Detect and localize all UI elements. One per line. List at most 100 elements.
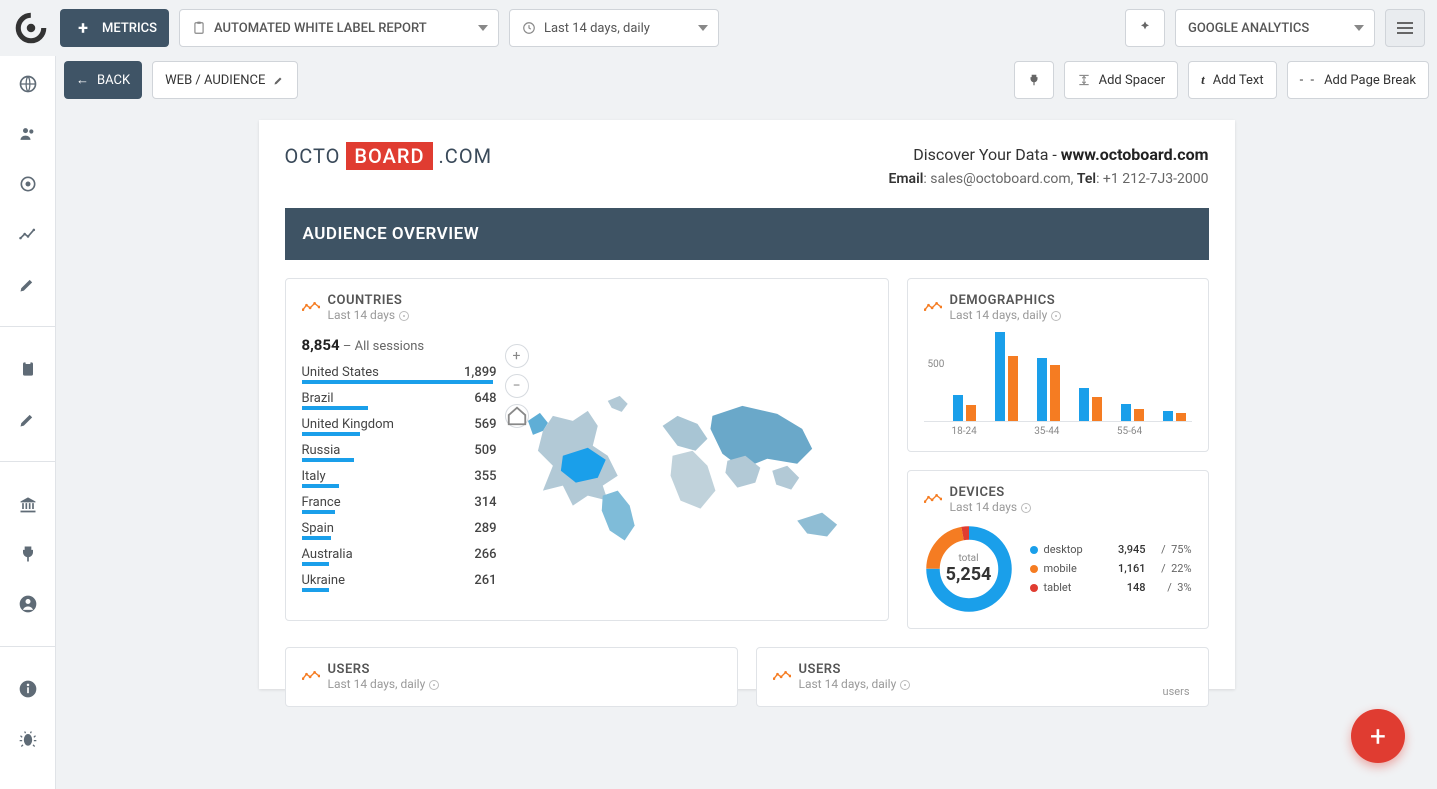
report-dropdown[interactable]: AUTOMATED WHITE LABEL REPORT	[179, 9, 499, 47]
country-name: Ukraine	[302, 573, 345, 588]
countries-total-value: 8,854	[302, 336, 340, 354]
legend-name: desktop	[1044, 543, 1100, 556]
sidebar-info[interactable]	[16, 677, 40, 701]
users2-float-label: users	[1163, 685, 1190, 698]
devices-widget[interactable]: DEVICES Last 14 days	[907, 470, 1209, 629]
add-spacer-button[interactable]: Add Spacer	[1064, 61, 1179, 99]
plug-tool-button[interactable]	[1014, 61, 1054, 99]
country-value: 509	[474, 443, 496, 458]
countries-title: COUNTRIES	[328, 293, 410, 308]
devices-legend-row: mobile1,161/ 22%	[1030, 559, 1192, 578]
tel-value: : +1 212-7J3-2000	[1096, 171, 1208, 187]
logo-part-1: OCTO	[285, 144, 341, 168]
country-row: Italy355	[302, 464, 497, 484]
section-name-button[interactable]: WEB / AUDIENCE	[152, 61, 298, 99]
countries-subtitle: Last 14 days	[328, 308, 396, 322]
demographics-bar	[1176, 413, 1186, 421]
demographics-bar	[1037, 358, 1047, 421]
demographics-bar-group	[1032, 332, 1066, 421]
country-row: Ukraine261	[302, 568, 497, 588]
country-name: Australia	[302, 547, 353, 562]
add-text-button[interactable]: t Add Text	[1188, 61, 1276, 99]
country-bar	[302, 562, 329, 566]
globe-icon	[18, 74, 38, 94]
sidebar-bug[interactable]	[16, 727, 40, 751]
demographics-bar	[1008, 356, 1018, 421]
add-spacer-label: Add Spacer	[1099, 73, 1166, 88]
time-range-label: Last 14 days, daily	[544, 21, 650, 36]
users2-subtitle: Last 14 days, daily	[799, 677, 897, 691]
legend-value: 148	[1106, 581, 1146, 594]
demographics-xlabel	[1067, 426, 1108, 437]
sidebar-pencil[interactable]	[16, 272, 40, 296]
users-widget-2[interactable]: USERS Last 14 days, daily users	[756, 647, 1209, 707]
legend-dot	[1030, 584, 1038, 592]
sidebar-account[interactable]	[16, 592, 40, 616]
hamburger-icon	[1397, 22, 1413, 34]
country-value: 569	[474, 417, 496, 432]
menu-button[interactable]	[1385, 9, 1425, 47]
source-dropdown[interactable]: GOOGLE ANALYTICS	[1175, 9, 1375, 47]
country-value: 1,899	[464, 365, 496, 380]
demographics-bar	[1121, 404, 1131, 421]
legend-pct: / 22%	[1152, 562, 1192, 575]
users-widget-1[interactable]: USERS Last 14 days, daily	[285, 647, 738, 707]
sidebar-target[interactable]	[16, 172, 40, 196]
sidebar-people[interactable]	[16, 122, 40, 146]
demographics-bar-group	[1116, 332, 1150, 421]
demographics-bar-group	[990, 332, 1024, 421]
metrics-button[interactable]: + METRICS	[60, 9, 169, 47]
bug-icon	[18, 729, 38, 749]
text-icon: t	[1201, 72, 1205, 88]
country-value: 314	[474, 495, 496, 510]
clock-icon	[522, 21, 536, 35]
bullseye-icon	[1021, 503, 1031, 513]
sidebar-bank[interactable]	[16, 492, 40, 516]
back-button[interactable]: ← BACK	[64, 61, 142, 99]
toolbar: ← BACK WEB / AUDIENCE Add Spacer t Add T…	[56, 56, 1437, 104]
section-banner: AUDIENCE OVERVIEW	[285, 208, 1209, 260]
users1-subtitle: Last 14 days, daily	[328, 677, 426, 691]
sidebar-pencil2[interactable]	[16, 407, 40, 431]
demographics-bar-group	[948, 332, 982, 421]
time-range-dropdown[interactable]: Last 14 days, daily	[509, 9, 719, 47]
country-bar	[302, 536, 331, 540]
add-text-label: Add Text	[1213, 73, 1264, 88]
demographics-widget[interactable]: DEMOGRAPHICS Last 14 days, daily 500 18-…	[907, 278, 1209, 452]
demographics-bar	[1134, 409, 1144, 421]
report-canvas[interactable]: OCTO BOARD .COM Discover Your Data - www…	[56, 104, 1437, 789]
fab-add-button[interactable]: +	[1351, 709, 1405, 763]
map-zoom-in[interactable]: +	[505, 344, 529, 368]
sidebar-chart[interactable]	[16, 222, 40, 246]
demographics-xlabel: 35-44	[1026, 426, 1067, 437]
demographics-bar-group	[1074, 332, 1108, 421]
sidebar-globe[interactable]	[16, 72, 40, 96]
devices-subtitle: Last 14 days	[950, 500, 1018, 514]
report-page: OCTO BOARD .COM Discover Your Data - www…	[259, 120, 1235, 689]
bullseye-icon	[900, 680, 910, 690]
legend-name: mobile	[1044, 562, 1100, 575]
world-map[interactable]: + −	[513, 336, 872, 606]
arrow-left-icon: ←	[76, 72, 89, 88]
country-name: United States	[302, 365, 379, 380]
target-icon	[18, 174, 38, 194]
trend-icon	[302, 297, 320, 307]
demographics-bar-group	[1158, 332, 1192, 421]
country-bar	[302, 588, 329, 592]
map-zoom-out[interactable]: −	[505, 374, 529, 398]
report-logo: OCTO BOARD .COM	[285, 142, 493, 170]
metrics-button-label: METRICS	[102, 21, 157, 36]
info-icon	[18, 679, 38, 699]
tagline-prefix: Discover Your Data -	[913, 145, 1061, 164]
sidebar-plug[interactable]	[16, 542, 40, 566]
country-name: Brazil	[302, 391, 334, 406]
countries-widget[interactable]: COUNTRIES Last 14 days 8,854 – All sessi…	[285, 278, 889, 621]
map-home[interactable]	[505, 404, 529, 428]
add-page-break-button[interactable]: - - Add Page Break	[1287, 61, 1429, 99]
sidebar-clipboard[interactable]	[16, 357, 40, 381]
demographics-chart	[924, 332, 1192, 422]
devices-total: 5,254	[946, 564, 992, 585]
demographics-bar	[1050, 365, 1060, 421]
theme-icon-button[interactable]	[1125, 9, 1165, 47]
demographics-xaxis: 18-2435-4455-64	[924, 426, 1192, 437]
